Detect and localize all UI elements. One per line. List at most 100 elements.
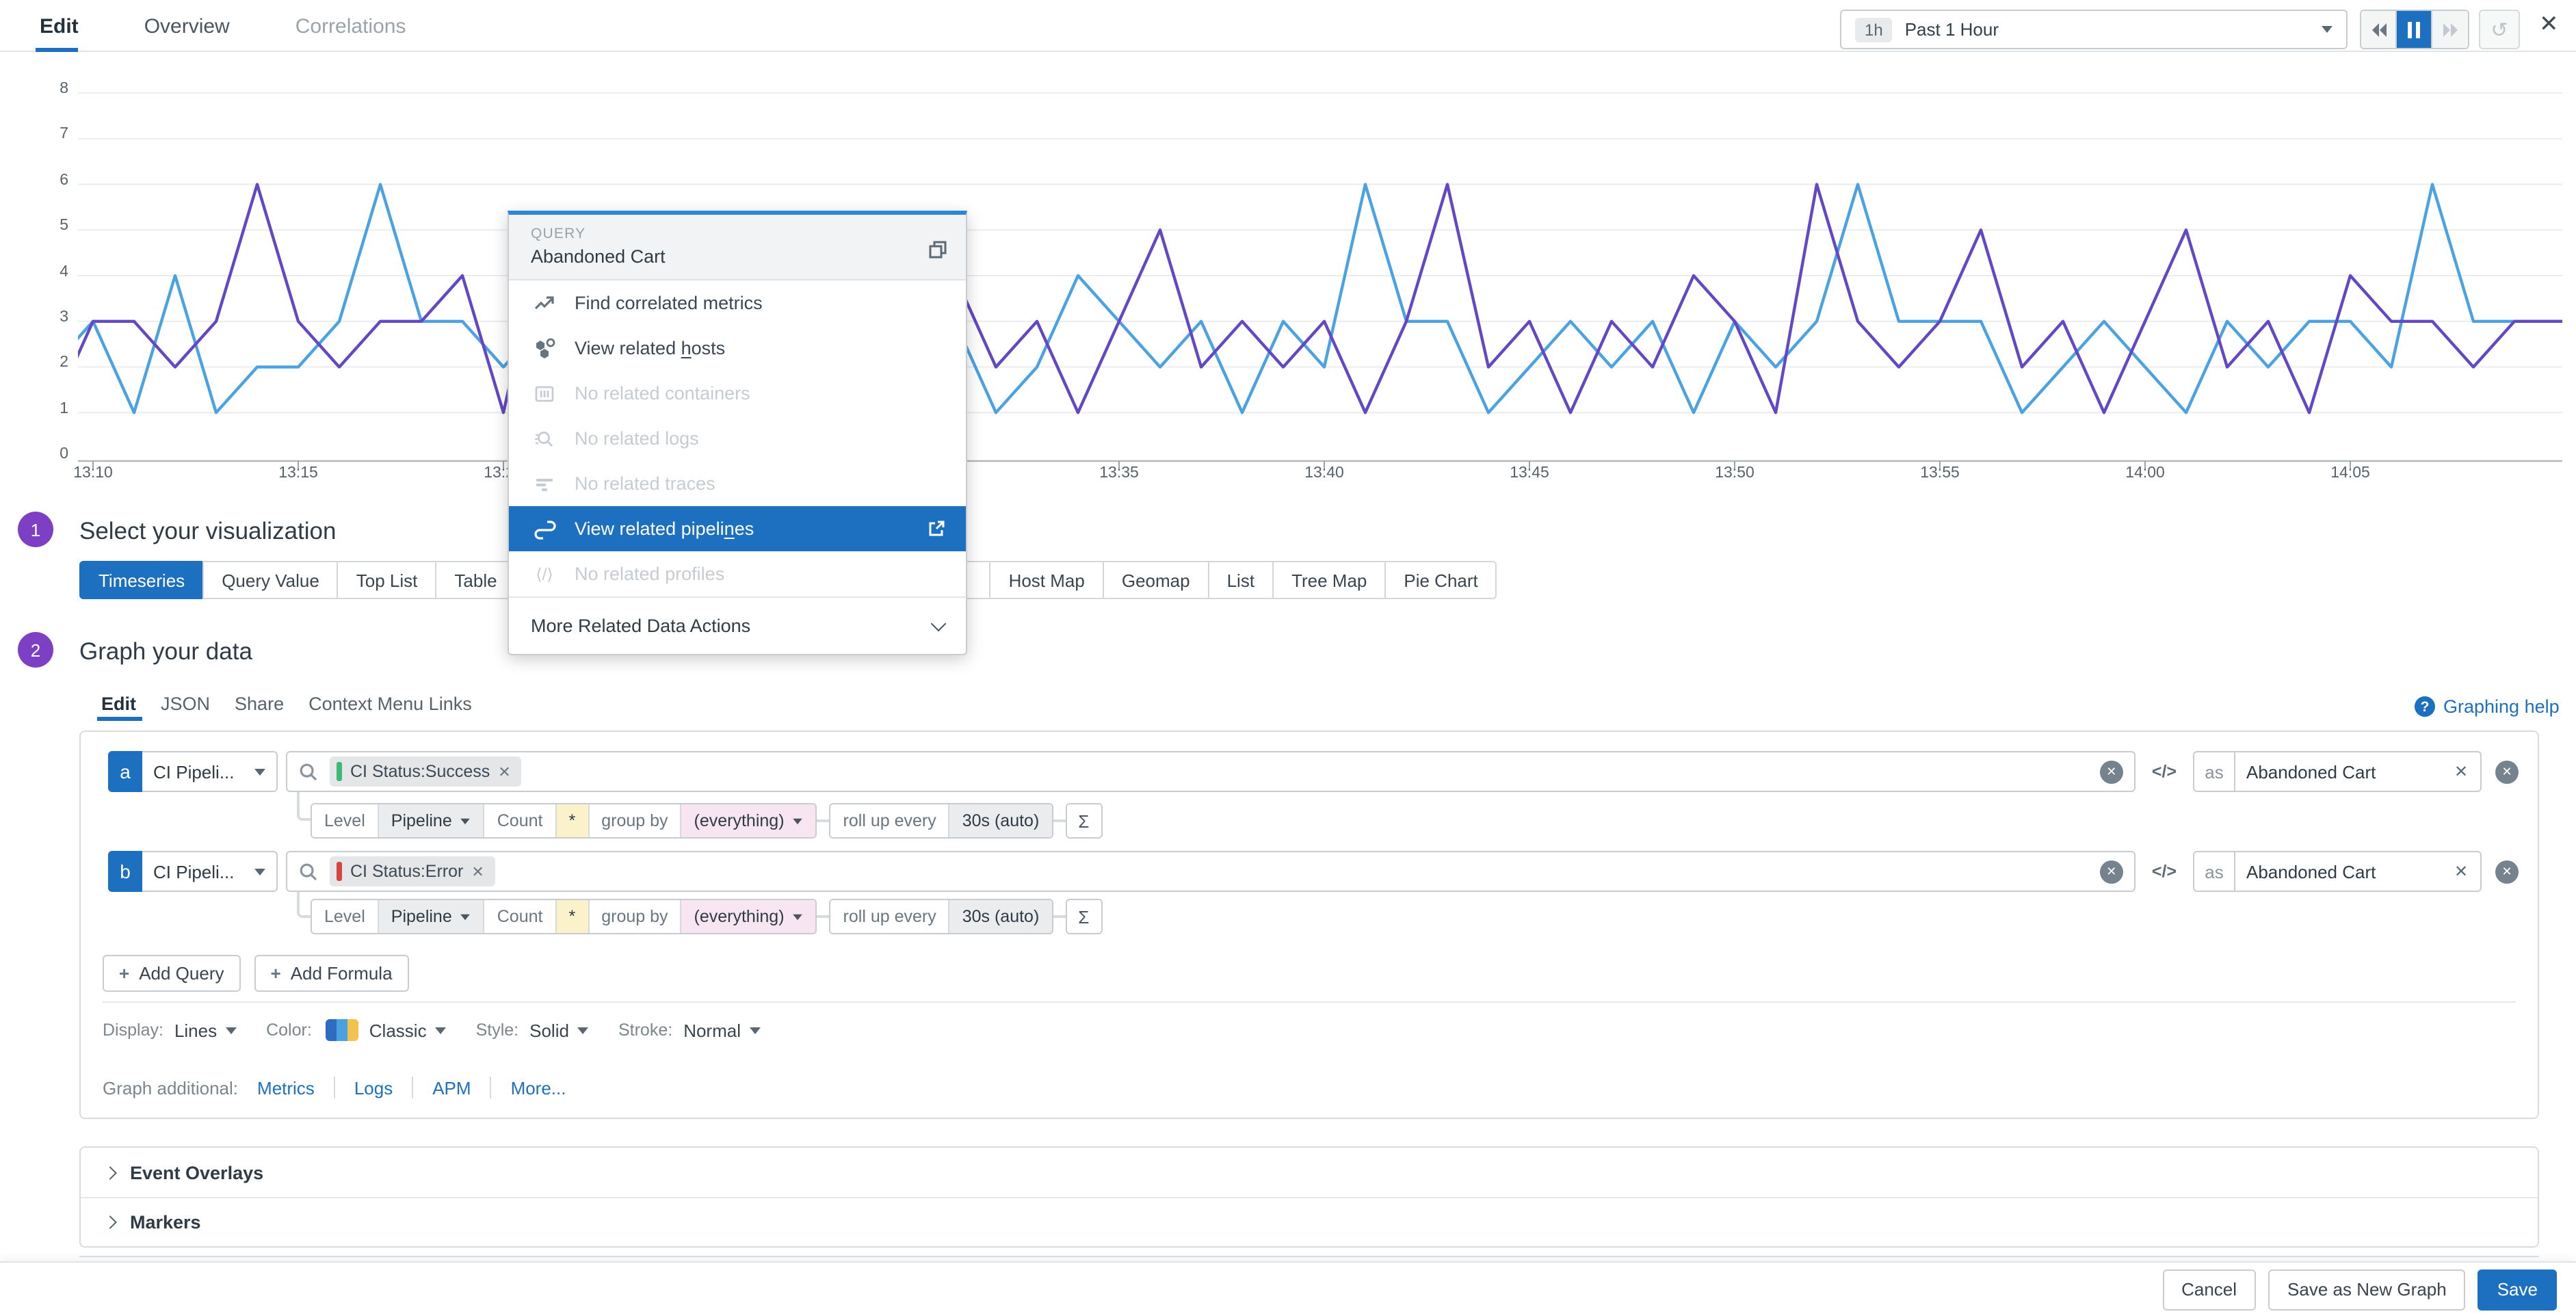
display-selector[interactable]: Lines xyxy=(174,1020,217,1040)
stroke-selector[interactable]: Normal xyxy=(683,1020,741,1040)
rewind-button[interactable] xyxy=(2361,11,2397,48)
graph-data-tabs: Edit JSON Share Context Menu Links xyxy=(101,688,472,718)
count-value[interactable]: * xyxy=(555,804,588,837)
markers-section[interactable]: Markers xyxy=(81,1197,2538,1246)
add-query-button[interactable]: + Add Query xyxy=(103,955,241,992)
tab-share[interactable]: Share xyxy=(235,693,284,713)
graph-additional-label: Graph additional: xyxy=(103,1077,238,1098)
graph-additional-apm-link[interactable]: APM xyxy=(432,1077,471,1098)
event-overlays-section[interactable]: Event Overlays xyxy=(81,1148,2538,1197)
menu-item-view-related-pipelines[interactable]: View related pipelines xyxy=(509,506,966,551)
remove-query-icon[interactable]: ✕ xyxy=(2495,760,2519,783)
metric-selector[interactable]: CI Pipeli... xyxy=(142,751,278,792)
count-label: Count xyxy=(484,900,555,933)
menu-item-view-related-hosts[interactable]: View related hosts xyxy=(509,326,966,371)
group-by-label: group by xyxy=(588,804,680,837)
remove-tag-icon[interactable]: ✕ xyxy=(498,763,510,780)
viz-tab-host-map[interactable]: Host Map xyxy=(990,561,1104,599)
style-selector[interactable]: Solid xyxy=(529,1020,569,1040)
viz-tab-top-list[interactable]: Top List xyxy=(337,561,437,599)
tab-overview[interactable]: Overview xyxy=(144,14,230,38)
pause-button[interactable] xyxy=(2397,11,2432,48)
tab-correlations[interactable]: Correlations xyxy=(295,14,406,38)
add-formula-button[interactable]: + Add Formula xyxy=(254,955,409,992)
graph-additional-more-link[interactable]: More... xyxy=(511,1077,566,1098)
filter-search-input[interactable]: CI Status:Success ✕ ✕ xyxy=(286,751,2135,792)
filter-search-input[interactable]: CI Status:Error ✕ ✕ xyxy=(286,851,2135,892)
menu-item-no-related-logs: No related logs xyxy=(509,416,966,461)
save-as-new-graph-button[interactable]: Save as New Graph xyxy=(2268,1269,2466,1310)
metric-selector[interactable]: CI Pipeli... xyxy=(142,851,278,892)
graph-additional-metrics-link[interactable]: Metrics xyxy=(257,1077,315,1098)
chart-plot-area xyxy=(78,55,2562,472)
filter-tag[interactable]: CI Status:Error ✕ xyxy=(330,856,495,886)
more-related-data-actions[interactable]: More Related Data Actions xyxy=(509,596,966,654)
aggregator-sigma-button[interactable]: Σ xyxy=(1065,803,1102,839)
menu-item-find-correlated-metrics[interactable]: Find correlated metrics xyxy=(509,280,966,326)
remove-query-icon[interactable]: ✕ xyxy=(2495,860,2519,883)
count-value[interactable]: * xyxy=(555,900,588,933)
cancel-button[interactable]: Cancel xyxy=(2162,1269,2256,1310)
time-range-selector[interactable]: 1h Past 1 Hour xyxy=(1840,10,2348,49)
y-axis-tick: 1 xyxy=(38,401,68,417)
as-label: as xyxy=(2194,752,2235,791)
level-selector[interactable]: Pipeline xyxy=(378,900,484,933)
context-menu-query-name: Abandoned Cart xyxy=(531,246,947,267)
alias-input[interactable]: Abandoned Cart xyxy=(2235,861,2442,882)
viz-tab-timeseries[interactable]: Timeseries xyxy=(79,561,204,599)
metric-name: CI Pipeli... xyxy=(153,761,235,782)
step-2-title: Graph your data xyxy=(79,637,252,666)
help-icon: ? xyxy=(2415,696,2435,717)
group-by-selector[interactable]: (everything) xyxy=(681,804,816,837)
x-axis-tick: 13:40 xyxy=(1294,465,1354,482)
clear-search-icon[interactable]: ✕ xyxy=(2100,760,2123,783)
close-button[interactable]: ✕ xyxy=(2539,11,2559,38)
viz-tab-table[interactable]: Table xyxy=(435,561,516,599)
rollup-value[interactable]: 30s (auto) xyxy=(949,900,1052,933)
alias-input[interactable]: Abandoned Cart xyxy=(2235,761,2442,782)
remove-tag-icon[interactable]: ✕ xyxy=(471,863,484,880)
level-selector[interactable]: Pipeline xyxy=(378,804,484,837)
markers-label: Markers xyxy=(130,1212,201,1233)
rollup-value[interactable]: 30s (auto) xyxy=(949,804,1052,837)
copy-icon[interactable] xyxy=(928,239,948,264)
graph-additional-logs-link[interactable]: Logs xyxy=(354,1077,393,1098)
aggregator-sigma-button[interactable]: Σ xyxy=(1065,899,1102,934)
refresh-button[interactable]: ↺ xyxy=(2479,10,2520,49)
chevron-right-icon xyxy=(103,1166,117,1179)
menu-item-label: No related containers xyxy=(575,383,750,404)
viz-tab-geomap[interactable]: Geomap xyxy=(1103,561,1209,599)
color-selector[interactable]: Classic xyxy=(369,1020,427,1040)
x-axis-tick: 13:50 xyxy=(1705,465,1765,482)
viz-tab-query-value[interactable]: Query Value xyxy=(202,561,339,599)
save-button[interactable]: Save xyxy=(2478,1269,2557,1310)
menu-item-no-related-traces: No related traces xyxy=(509,461,966,506)
code-view-icon[interactable]: </> xyxy=(2152,862,2177,881)
tab-context-menu-links[interactable]: Context Menu Links xyxy=(308,693,472,713)
tab-edit[interactable]: Edit xyxy=(40,14,79,38)
clear-alias-icon[interactable]: ✕ xyxy=(2442,862,2480,881)
footer-bar: Cancel Save as New Graph Save xyxy=(0,1261,2576,1316)
graphing-help-link[interactable]: ? Graphing help xyxy=(2415,696,2560,717)
clear-search-icon[interactable]: ✕ xyxy=(2100,860,2123,883)
clear-alias-icon[interactable]: ✕ xyxy=(2442,762,2480,781)
event-overlays-label: Event Overlays xyxy=(130,1162,263,1183)
step-2-circle: 2 xyxy=(18,632,53,668)
tab-json[interactable]: JSON xyxy=(161,693,210,713)
viz-tab-list[interactable]: List xyxy=(1208,561,1274,599)
refresh-icon: ↺ xyxy=(2490,17,2508,42)
code-view-icon[interactable]: </> xyxy=(2152,762,2177,781)
filter-tag[interactable]: CI Status:Success ✕ xyxy=(330,756,522,787)
add-formula-label: Add Formula xyxy=(291,963,393,984)
forward-button[interactable] xyxy=(2432,11,2468,48)
chevron-right-icon xyxy=(103,1215,117,1229)
tab-edit[interactable]: Edit xyxy=(101,693,136,713)
divider xyxy=(490,1077,492,1098)
x-axis-tick: 14:05 xyxy=(2320,465,2380,482)
viz-tab-pie-chart[interactable]: Pie Chart xyxy=(1384,561,1497,599)
timeseries-chart[interactable]: 8 7 6 5 4 3 2 1 0 13:10 13:15 13:20 13:2… xyxy=(0,52,2576,492)
group-by-selector[interactable]: (everything) xyxy=(681,900,816,933)
tag-label: CI Status:Success xyxy=(350,762,490,781)
viz-tab-tree-map[interactable]: Tree Map xyxy=(1272,561,1386,599)
rewind-icon xyxy=(2369,20,2388,39)
